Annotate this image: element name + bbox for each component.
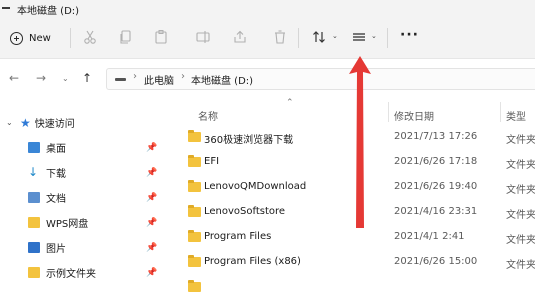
column-header-name[interactable]: 名称 xyxy=(198,108,218,123)
file-type: 文件夹 xyxy=(506,210,535,221)
file-name: LenovoQMDownload xyxy=(204,181,307,192)
sidebar-item-label: WPS网盘 xyxy=(46,218,89,230)
folder-icon xyxy=(188,205,201,217)
sidebar-item-pictures[interactable]: 图片 xyxy=(28,237,66,257)
folder-icon xyxy=(188,155,201,167)
this-pc-icon xyxy=(115,78,126,81)
back-arrow-icon[interactable]: ← xyxy=(9,71,19,85)
file-date: 2021/6/26 17:18 xyxy=(394,156,478,167)
file-name: LenovoSoftstore xyxy=(204,206,286,217)
quick-access[interactable]: ⌄ ★ 快速访问 xyxy=(6,115,75,131)
cut-icon[interactable] xyxy=(82,29,98,45)
file-type: 文件夹 xyxy=(506,260,535,271)
sidebar-item-downloads[interactable]: ↓ 下载 xyxy=(28,162,66,182)
sidebar-item-label: 文档 xyxy=(46,193,66,205)
file-date: 2021/7/13 17:26 xyxy=(394,131,478,142)
sidebar-item-desktop[interactable]: 桌面 xyxy=(28,137,66,157)
up-arrow-icon[interactable]: ↑ xyxy=(82,71,92,85)
chevron-down-icon[interactable]: ⌄ xyxy=(332,32,338,40)
column-header-type[interactable]: 类型 xyxy=(506,108,526,123)
sidebar-item-label: 图片 xyxy=(46,243,66,255)
file-row[interactable] xyxy=(188,277,533,299)
pin-icon[interactable]: 📌 xyxy=(146,143,157,153)
pin-icon[interactable]: 📌 xyxy=(146,168,157,178)
more-icon[interactable]: ··· xyxy=(400,28,419,42)
quick-access-label: 快速访问 xyxy=(34,119,75,130)
forward-arrow-icon[interactable]: → xyxy=(36,71,46,85)
share-icon[interactable] xyxy=(232,29,248,45)
expand-chevron-icon[interactable]: ⌄ xyxy=(6,118,20,127)
breadcrumb-separator-icon: › xyxy=(133,71,137,82)
file-date: 2021/4/16 23:31 xyxy=(394,206,478,217)
column-divider[interactable] xyxy=(500,102,501,122)
sidebar-item-label: 桌面 xyxy=(46,143,66,155)
command-bar: New ⌄ ⌄ ··· xyxy=(0,18,535,59)
star-icon: ★ xyxy=(20,115,31,130)
file-type: 文件夹 xyxy=(506,185,535,196)
breadcrumb-this-pc[interactable]: 此电脑 xyxy=(144,72,174,87)
file-type: 文件夹 xyxy=(506,235,535,246)
window-icon xyxy=(2,7,10,9)
paste-icon[interactable] xyxy=(153,29,169,45)
download-icon: ↓ xyxy=(28,164,39,179)
new-button[interactable]: New xyxy=(10,27,51,49)
delete-icon[interactable] xyxy=(272,29,288,45)
annotation-arrow-icon xyxy=(349,56,371,228)
folder-icon xyxy=(28,216,40,228)
file-name: 360极速浏览器下载 xyxy=(204,135,294,146)
chevron-down-icon[interactable]: ⌄ xyxy=(371,32,377,40)
file-name: Program Files xyxy=(204,231,272,242)
column-divider[interactable] xyxy=(388,102,389,122)
new-button-label: New xyxy=(29,32,51,44)
title-bar: 本地磁盘 (D:) xyxy=(0,0,535,18)
window-title: 本地磁盘 (D:) xyxy=(17,6,80,17)
address-bar[interactable]: › 此电脑 › 本地磁盘 (D:) xyxy=(106,68,535,90)
sidebar-item-label: 示例文件夹 xyxy=(46,268,96,280)
plus-icon xyxy=(10,31,23,45)
file-date: 2021/6/26 19:40 xyxy=(394,181,478,192)
folder-icon xyxy=(188,255,201,267)
pin-icon[interactable]: 📌 xyxy=(146,193,157,203)
recent-chevron-icon[interactable]: ⌄ xyxy=(62,74,69,83)
desktop-icon xyxy=(28,141,40,153)
sidebar-item-example-folder[interactable]: 示例文件夹 xyxy=(28,262,96,282)
file-type: 文件夹 xyxy=(506,160,535,171)
sort-icon[interactable] xyxy=(311,29,327,45)
navigation-pane: ⌄ ★ 快速访问 桌面 📌 ↓ 下载 📌 文档 📌 WPS网盘 📌 图片 📌 示… xyxy=(0,98,162,284)
folder-icon xyxy=(28,266,40,278)
file-name: Program Files (x86) xyxy=(204,256,301,267)
sidebar-item-label: 下载 xyxy=(46,168,66,180)
pin-icon[interactable]: 📌 xyxy=(146,218,157,228)
pin-icon[interactable]: 📌 xyxy=(146,268,157,278)
sort-caret-icon: ⌃ xyxy=(286,98,294,108)
file-date: 2021/6/26 15:00 xyxy=(394,256,478,267)
picture-icon xyxy=(28,241,40,253)
pin-icon[interactable]: 📌 xyxy=(146,243,157,253)
document-icon xyxy=(28,191,40,203)
sidebar-item-documents[interactable]: 文档 xyxy=(28,187,66,207)
sidebar-item-wps[interactable]: WPS网盘 xyxy=(28,212,88,232)
file-name: EFI xyxy=(204,156,220,167)
breadcrumb-separator-icon: › xyxy=(181,71,185,82)
folder-icon xyxy=(188,230,201,242)
file-row[interactable]: Program Files (x86) 2021/6/26 15:00 文件夹 xyxy=(188,252,535,274)
file-date: 2021/4/1 2:41 xyxy=(394,231,465,242)
toolbar-divider xyxy=(387,28,388,48)
breadcrumb-drive[interactable]: 本地磁盘 (D:) xyxy=(191,72,253,87)
file-type: 文件夹 xyxy=(506,135,535,146)
column-header-date[interactable]: 修改日期 xyxy=(394,108,434,123)
navigation-bar: ← → ⌄ ↑ › 此电脑 › 本地磁盘 (D:) xyxy=(0,59,535,97)
toolbar-divider xyxy=(70,28,71,48)
view-icon[interactable] xyxy=(351,29,367,45)
toolbar-divider xyxy=(298,28,299,48)
copy-icon[interactable] xyxy=(118,29,134,45)
folder-icon xyxy=(188,180,201,192)
folder-icon xyxy=(188,130,201,142)
rename-icon[interactable] xyxy=(195,29,211,45)
